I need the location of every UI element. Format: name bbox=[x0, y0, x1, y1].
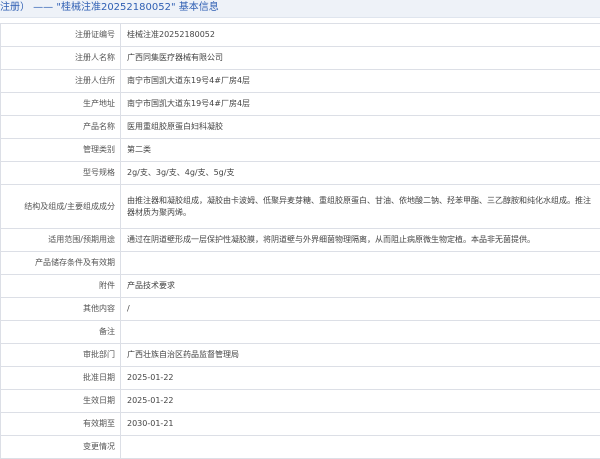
table-row: 注册证编号 桂械注准20252180052 bbox=[1, 24, 600, 47]
row-value: 2g/支、3g/支、4g/支、5g/支 bbox=[121, 162, 600, 185]
info-table: 注册证编号 桂械注准20252180052 注册人名称 广西同集医疗器械有限公司… bbox=[0, 23, 600, 459]
table-row: 型号规格 2g/支、3g/支、4g/支、5g/支 bbox=[1, 162, 600, 185]
row-value bbox=[121, 436, 600, 459]
row-value: 广西同集医疗器械有限公司 bbox=[121, 47, 600, 70]
row-label: 结构及组成/主要组成成分 bbox=[1, 185, 121, 229]
row-label: 有效期至 bbox=[1, 413, 121, 436]
row-value: 2025-01-22 bbox=[121, 367, 600, 390]
row-value: 2025-01-22 bbox=[121, 390, 600, 413]
row-label: 管理类别 bbox=[1, 139, 121, 162]
row-value: 医用重组胶原蛋白妇科凝胶 bbox=[121, 116, 600, 139]
row-value: 南宁市国凯大道东19号4#厂房4层 bbox=[121, 70, 600, 93]
table-row: 管理类别 第二类 bbox=[1, 139, 600, 162]
row-label: 其他内容 bbox=[1, 298, 121, 321]
row-value bbox=[121, 252, 600, 275]
table-row: 批准日期 2025-01-22 bbox=[1, 367, 600, 390]
table-row: 适用范围/预期用途 通过在阴道壁形成一层保护性凝胶膜，将阴道壁与外界细菌物理隔离… bbox=[1, 229, 600, 252]
table-row: 产品储存条件及有效期 bbox=[1, 252, 600, 275]
table-row: 注册人名称 广西同集医疗器械有限公司 bbox=[1, 47, 600, 70]
table-row: 结构及组成/主要组成成分 由推注器和凝胶组成，凝胶由卡波姆、低聚异麦芽糖、重组胶… bbox=[1, 185, 600, 229]
row-label: 型号规格 bbox=[1, 162, 121, 185]
row-label: 注册人名称 bbox=[1, 47, 121, 70]
row-value: 桂械注准20252180052 bbox=[121, 24, 600, 47]
row-value: 通过在阴道壁形成一层保护性凝胶膜，将阴道壁与外界细菌物理隔离，从而阻止病原微生物… bbox=[121, 229, 600, 252]
row-label: 生产地址 bbox=[1, 93, 121, 116]
row-value: 南宁市国凯大道东19号4#厂房4层 bbox=[121, 93, 600, 116]
title-bar: 注册） —— "桂械注准20252180052" 基本信息 bbox=[0, 0, 600, 18]
table-row: 备注 bbox=[1, 321, 600, 344]
row-label: 注册人住所 bbox=[1, 70, 121, 93]
row-label: 产品名称 bbox=[1, 116, 121, 139]
row-label: 注册证编号 bbox=[1, 24, 121, 47]
row-value bbox=[121, 321, 600, 344]
table-row: 生产地址 南宁市国凯大道东19号4#厂房4层 bbox=[1, 93, 600, 116]
row-value: 产品技术要求 bbox=[121, 275, 600, 298]
row-label: 适用范围/预期用途 bbox=[1, 229, 121, 252]
row-value: / bbox=[121, 298, 600, 321]
row-label: 变更情况 bbox=[1, 436, 121, 459]
row-value: 由推注器和凝胶组成，凝胶由卡波姆、低聚异麦芽糖、重组胶原蛋白、甘油、依地酸二钠、… bbox=[121, 185, 600, 229]
table-row: 附件 产品技术要求 bbox=[1, 275, 600, 298]
row-label: 备注 bbox=[1, 321, 121, 344]
row-label: 审批部门 bbox=[1, 344, 121, 367]
row-value: 2030-01-21 bbox=[121, 413, 600, 436]
row-value: 第二类 bbox=[121, 139, 600, 162]
row-label: 批准日期 bbox=[1, 367, 121, 390]
page-title: 注册） —— "桂械注准20252180052" 基本信息 bbox=[0, 1, 219, 15]
table-row: 审批部门 广西壮族自治区药品监督管理局 bbox=[1, 344, 600, 367]
table-row: 生效日期 2025-01-22 bbox=[1, 390, 600, 413]
table-row: 变更情况 bbox=[1, 436, 600, 459]
table-row: 产品名称 医用重组胶原蛋白妇科凝胶 bbox=[1, 116, 600, 139]
table-row: 注册人住所 南宁市国凯大道东19号4#厂房4层 bbox=[1, 70, 600, 93]
row-label: 产品储存条件及有效期 bbox=[1, 252, 121, 275]
row-label: 生效日期 bbox=[1, 390, 121, 413]
row-label: 附件 bbox=[1, 275, 121, 298]
table-row: 有效期至 2030-01-21 bbox=[1, 413, 600, 436]
row-value: 广西壮族自治区药品监督管理局 bbox=[121, 344, 600, 367]
table-row: 其他内容 / bbox=[1, 298, 600, 321]
